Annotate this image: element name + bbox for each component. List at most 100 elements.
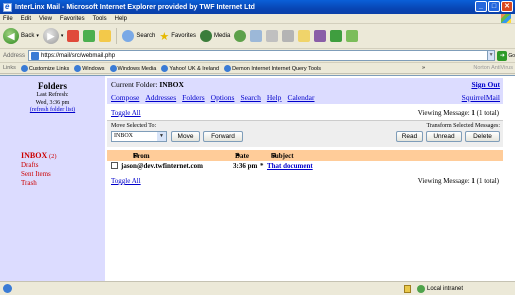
minimize-button[interactable]: _ [475,1,487,12]
research-icon[interactable] [330,30,343,42]
links-overflow-button[interactable]: » [422,65,425,71]
home-icon[interactable] [99,30,112,42]
unread-button[interactable]: Unread [426,131,462,142]
move-button[interactable]: Move [171,131,200,142]
link-yahoo[interactable]: Yahoo! UK & Ireland [161,64,219,72]
menu-edit[interactable]: Edit [21,16,31,22]
main-nav: Compose Addresses Folders Options Search… [111,93,315,102]
squirrelmail-link[interactable]: SquirrelMail [462,93,500,102]
nav-compose[interactable]: Compose [111,93,139,102]
address-input[interactable]: https://mail/src/webmail.php [28,50,488,61]
norton-antivirus-button[interactable]: Norton AntiVirus [473,65,513,71]
folder-sent-items[interactable]: Sent Items [21,170,57,179]
menu-view[interactable]: View [39,16,52,22]
tool-icon[interactable] [346,30,359,42]
back-button[interactable]: ◀ Back ▾ [3,28,39,44]
menu-file[interactable]: File [3,16,13,22]
link-icon [20,64,28,72]
media-button[interactable]: Media [199,30,231,42]
last-refresh-label: Last Refresh: [36,92,69,98]
mail-icon[interactable] [250,30,263,42]
link-windows[interactable]: Windows [74,64,105,72]
move-target-select[interactable]: INBOX ▼ [111,131,167,142]
menu-tools[interactable]: Tools [93,16,107,22]
lock-icon [404,284,411,293]
current-folder-label: Current Folder: [111,80,158,89]
link-icon [74,64,82,72]
edit-icon[interactable] [282,30,295,42]
search-button[interactable]: Search [122,30,155,42]
link-text: Windows Media [117,65,157,72]
forward-message-button[interactable]: Forward [203,131,243,142]
folder-inbox[interactable]: INBOX (2) [21,151,57,161]
links-bar: Links Customize Links Windows Windows Me… [0,63,515,74]
nav-addresses[interactable]: Addresses [145,93,176,102]
favorites-label: Favorites [171,33,196,39]
move-selected-label: Move Selected To: [111,123,157,129]
folder-drafts[interactable]: Drafts [21,161,57,170]
nav-folders[interactable]: Folders [182,93,205,102]
menu-favorites[interactable]: Favorites [60,16,85,22]
forward-button[interactable]: ▶ ▾ [42,28,64,44]
folder-inbox-label: INBOX [21,151,48,160]
zone-label: Local intranet [427,285,464,292]
media-label: Media [213,33,231,39]
menu-help[interactable]: Help [115,16,127,22]
toggle-all-link-top[interactable]: Toggle All [111,109,141,117]
favorites-button[interactable]: ★ Favorites [159,30,196,43]
go-arrow-icon[interactable]: ➜ [497,50,508,61]
back-arrow-icon: ◀ [3,28,19,44]
read-button[interactable]: Read [396,131,423,142]
folder-trash[interactable]: Trash [21,179,57,188]
nav-help[interactable]: Help [267,93,282,102]
message-date: 3:36 pm [233,162,258,170]
transform-selected-label: Transform Selected Messages: [426,123,500,129]
viewing-total: (1 total) [476,177,499,185]
sort-icon: ⊟ [133,153,139,159]
security-zone: Local intranet [417,284,464,293]
nav-calendar[interactable]: Calendar [287,93,314,102]
refresh-folder-list-link[interactable]: (refresh folder list) [0,107,105,113]
address-dropdown-icon[interactable]: ▼ [487,50,496,61]
message-checkbox[interactable] [111,162,118,169]
delete-button[interactable]: Delete [465,131,500,142]
viewing-count: 1 [471,177,475,185]
stop-icon[interactable] [67,30,80,42]
link-icon [161,64,169,72]
nav-search[interactable]: Search [240,93,260,102]
table-header: From ⊟ Date ▲ Subject ⊟ [107,150,503,161]
table-row[interactable]: jason@dev.twfinternet.com 3:36 pm * That… [107,161,503,172]
link-customize[interactable]: Customize Links [20,64,69,72]
go-button[interactable]: Go [508,53,515,59]
page-status-icon [3,284,12,293]
refresh-icon[interactable] [83,30,96,42]
header-bar: Current Folder: INBOX Sign Out Compose A… [107,78,503,104]
messenger-icon[interactable] [314,30,327,42]
viewing-total: (1 total) [476,109,499,117]
history-icon[interactable] [234,30,247,42]
message-list-pane: Current Folder: INBOX Sign Out Compose A… [107,76,503,282]
message-subject-link[interactable]: That document [267,162,313,170]
toolbar-divider [116,28,118,44]
star-icon: ★ [159,30,170,43]
link-demon[interactable]: Demon Internet Internet Query Tools [224,64,321,72]
page-content: Folders Last Refresh: Wed, 3:36 pm (refr… [0,75,515,282]
forward-dropdown-icon: ▾ [60,33,64,39]
back-label: Back [21,33,35,39]
link-windows-media[interactable]: Windows Media [109,64,157,72]
back-dropdown-icon: ▾ [36,33,39,39]
media-icon [199,30,212,42]
toggle-all-link-bottom[interactable]: Toggle All [111,177,141,185]
folder-icon[interactable] [298,30,311,42]
sign-out-link[interactable]: Sign Out [471,80,500,89]
maximize-button[interactable]: □ [488,1,500,12]
move-toolbar: Move Selected To: Transform Selected Mes… [107,120,503,147]
nav-options[interactable]: Options [211,93,235,102]
viewing-count: 1 [471,109,475,117]
link-text: Windows [82,65,105,72]
menu-bar: File Edit View Favorites Tools Help [0,14,515,24]
sort-ascending-icon: ▲ [235,152,241,158]
close-button[interactable]: ✕ [501,1,513,12]
last-refresh-value: Wed, 3:36 pm [35,100,70,106]
print-icon[interactable] [266,30,279,42]
